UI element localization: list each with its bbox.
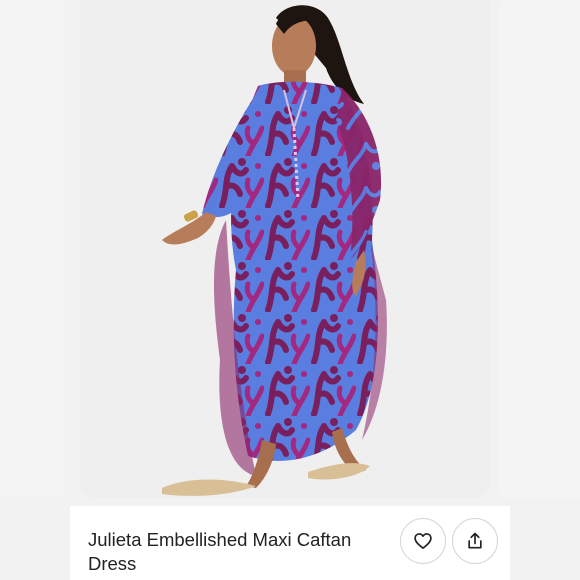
listing-screen: Julieta Embellished Maxi Caftan Dress he… — [0, 0, 580, 580]
product-title: Julieta Embellished Maxi Caftan Dress — [88, 529, 352, 574]
product-image[interactable] — [80, 0, 490, 498]
right-sandal — [308, 463, 370, 480]
heart-icon — [414, 533, 432, 549]
like-button[interactable]: heart-outline — [400, 518, 446, 564]
left-sandal — [162, 479, 256, 496]
previous-image-card[interactable] — [0, 0, 70, 498]
share-icon — [468, 532, 482, 549]
share-button[interactable]: share-upload — [452, 518, 498, 564]
product-info-panel: Julieta Embellished Maxi Caftan Dress he… — [70, 506, 510, 580]
product-photo-illustration — [162, 5, 387, 496]
next-image-card[interactable] — [498, 0, 580, 498]
